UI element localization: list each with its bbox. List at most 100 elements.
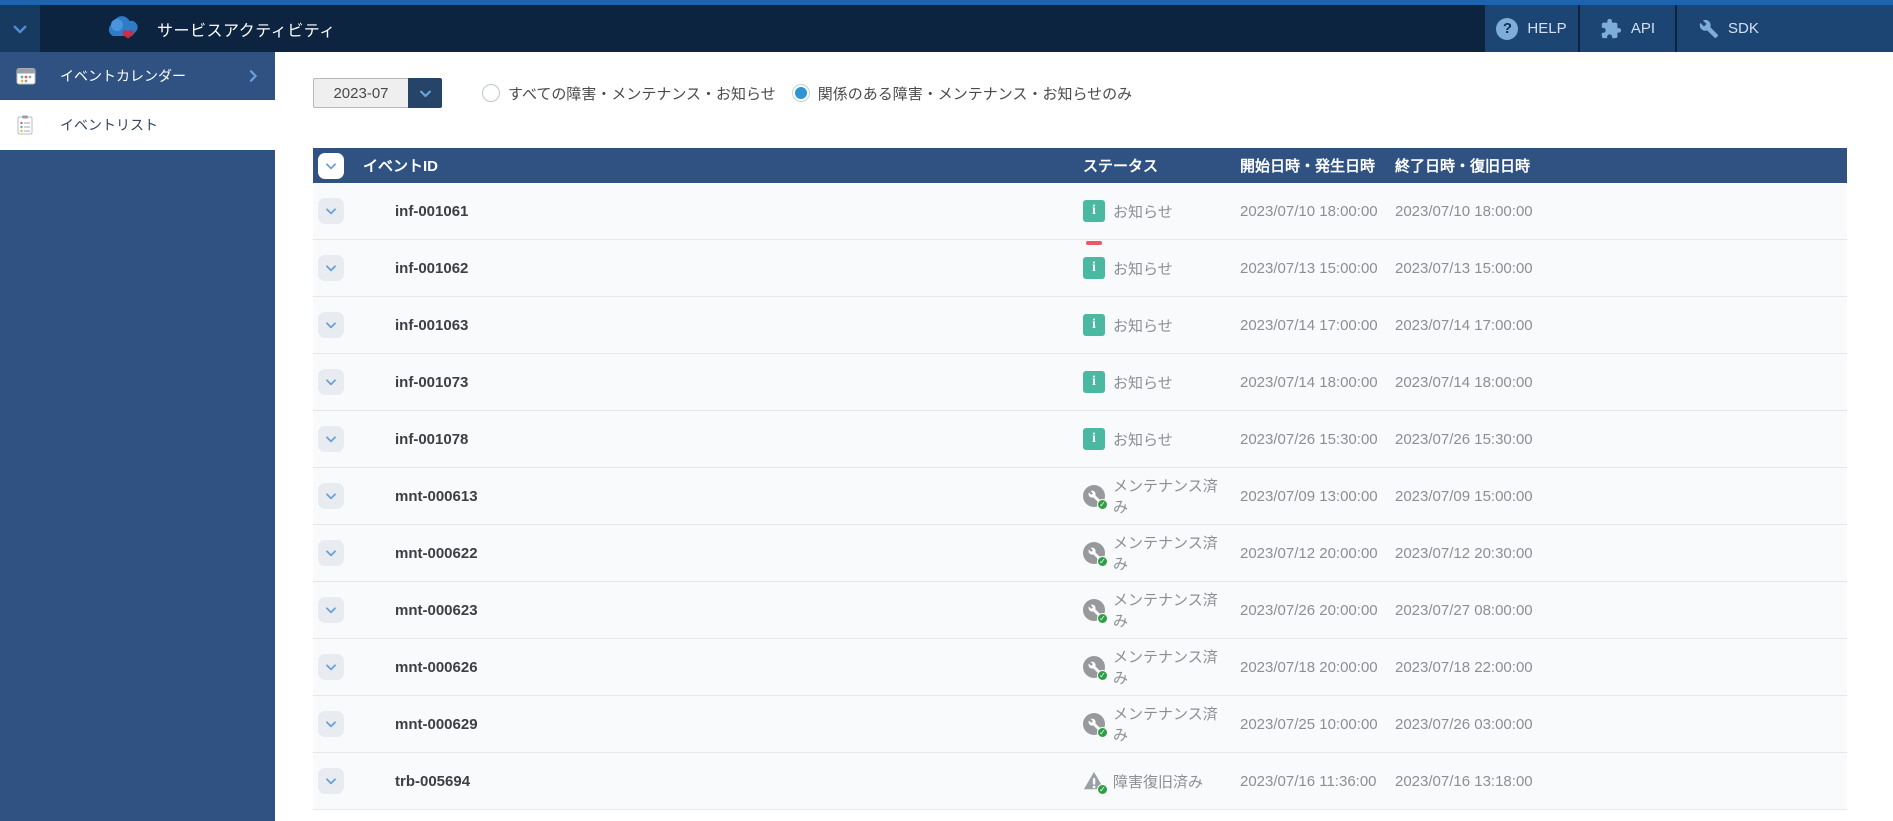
row-expand-button[interactable] (318, 483, 344, 509)
sdk-button[interactable]: SDK (1677, 5, 1893, 52)
table-row: inf-001063 i お知らせ 2023/07/14 17:00:00 2023/0… (313, 297, 1847, 354)
status-label: お知らせ (1113, 260, 1173, 278)
maintenance-check-icon: ✓ (1083, 599, 1108, 624)
status-cell: ✓ 障害復旧済み (1073, 770, 1230, 795)
status-label: お知らせ (1113, 203, 1173, 221)
api-button[interactable]: API (1580, 5, 1675, 52)
sidebar-collapse-button[interactable] (0, 5, 40, 52)
month-select[interactable]: 2023-07 (313, 78, 442, 108)
chevron-down-icon (419, 90, 431, 97)
month-select-value: 2023-07 (313, 78, 408, 108)
sidebar-item-label: イベントリスト (60, 117, 158, 133)
start-datetime: 2023/07/26 20:00:00 (1240, 601, 1378, 619)
help-button[interactable]: ? HELP (1485, 5, 1578, 52)
start-datetime: 2023/07/14 18:00:00 (1240, 373, 1378, 391)
table-row: mnt-000623 ✓ メンテナンス済み 2023/07/26 20:00:00 20… (313, 582, 1847, 639)
table-row: inf-001073 i お知らせ 2023/07/14 18:00:00 2023/0… (313, 354, 1847, 411)
topnav: ? HELP API SDK (1485, 5, 1893, 52)
table-header: イベントID ステータス 開始日時・発生日時 終了日時・復旧日時 (313, 148, 1847, 183)
start-datetime: 2023/07/26 15:30:00 (1240, 430, 1378, 448)
brand: サービスアクティビティ (104, 5, 336, 52)
start-datetime: 2023/07/12 20:00:00 (1240, 544, 1378, 562)
column-header-event-id: イベントID (363, 158, 439, 175)
help-label: HELP (1527, 20, 1567, 37)
table-row: mnt-000613 ✓ メンテナンス済み 2023/07/09 13:00:00 20… (313, 468, 1847, 525)
event-id: mnt-000626 (395, 658, 478, 676)
radio-label: 関係のある障害・メンテナンス・お知らせのみ (817, 85, 1133, 103)
start-datetime: 2023/07/18 20:00:00 (1240, 658, 1378, 676)
info-icon: i (1083, 241, 1105, 279)
end-datetime: 2023/07/13 15:00:00 (1395, 259, 1533, 277)
start-datetime: 2023/07/16 11:36:00 (1240, 772, 1377, 790)
topbar: サービスアクティビティ ? HELP API SDK (0, 5, 1893, 52)
end-datetime: 2023/07/26 03:00:00 (1395, 715, 1533, 733)
maintenance-check-icon: ✓ (1083, 713, 1108, 738)
event-id: mnt-000613 (395, 487, 478, 505)
radio-unselected-icon (482, 84, 500, 102)
status-cell: i お知らせ (1073, 371, 1230, 393)
status-label: お知らせ (1113, 317, 1173, 335)
info-icon: i (1083, 200, 1105, 222)
table-row: mnt-000622 ✓ メンテナンス済み 2023/07/12 20:00:00 20… (313, 525, 1847, 582)
wrench-icon (1699, 19, 1719, 38)
end-datetime: 2023/07/14 18:00:00 (1395, 373, 1533, 391)
row-expand-button[interactable] (318, 426, 344, 452)
event-id: inf-001061 (395, 202, 469, 220)
row-expand-button[interactable] (318, 597, 344, 623)
event-id: trb-005694 (395, 772, 471, 790)
api-label: API (1630, 20, 1656, 37)
row-expand-button[interactable] (318, 198, 344, 224)
table-row: inf-001061 i お知らせ 2023/07/10 18:00:00 2023/0… (313, 183, 1847, 240)
end-datetime: 2023/07/12 20:30:00 (1395, 544, 1533, 562)
event-id: inf-001063 (395, 316, 469, 334)
end-datetime: 2023/07/10 18:00:00 (1395, 202, 1533, 220)
row-expand-button[interactable] (318, 711, 344, 737)
status-cell: ✓ メンテナンス済み (1073, 646, 1230, 688)
month-select-dropdown-button[interactable] (408, 78, 442, 108)
row-expand-button[interactable] (318, 312, 344, 338)
chevron-right-icon (245, 68, 261, 84)
scope-radio-1[interactable]: 関係のある障害・メンテナンス・お知らせのみ (791, 83, 1133, 104)
row-expand-button[interactable] (318, 768, 344, 794)
maintenance-check-icon: ✓ (1083, 542, 1108, 567)
event-id: inf-001062 (395, 259, 469, 277)
start-datetime: 2023/07/10 18:00:00 (1240, 202, 1378, 220)
expand-all-button[interactable] (318, 152, 344, 179)
sidebar-item-event-list[interactable]: イベントリスト (0, 100, 275, 150)
sidebar-item-event-calendar[interactable]: イベントカレンダー (0, 52, 275, 100)
maintenance-check-icon: ✓ (1083, 656, 1108, 681)
column-header-end: 終了日時・復旧日時 (1395, 158, 1531, 175)
table-row: mnt-000626 ✓ メンテナンス済み 2023/07/18 20:00:00 20… (313, 639, 1847, 696)
status-cell: i お知らせ (1073, 314, 1230, 336)
chevron-down-icon (13, 25, 27, 33)
start-datetime: 2023/07/14 17:00:00 (1240, 316, 1378, 334)
row-expand-button[interactable] (318, 540, 344, 566)
row-expand-button[interactable] (318, 369, 344, 395)
row-expand-button[interactable] (318, 255, 344, 281)
event-table: イベントID ステータス 開始日時・発生日時 終了日時・復旧日時 inf-001… (313, 148, 1847, 810)
table-body: inf-001061 i お知らせ 2023/07/10 18:00:00 2023/0… (313, 183, 1847, 810)
end-datetime: 2023/07/14 17:00:00 (1395, 316, 1533, 334)
scope-radio-0[interactable]: すべての障害・メンテナンス・お知らせ (482, 83, 776, 104)
status-cell: ✓ メンテナンス済み (1073, 589, 1230, 631)
radio-selected-icon (791, 84, 810, 102)
column-header-start: 開始日時・発生日時 (1240, 158, 1376, 175)
service-logo-icon (108, 15, 138, 38)
info-icon: i (1083, 428, 1105, 450)
table-row: mnt-000629 ✓ メンテナンス済み 2023/07/25 10:00:00 20… (313, 696, 1847, 753)
table-row: inf-001062 i お知らせ 2023/07/13 15:00:00 2023/0… (313, 240, 1847, 297)
table-row: trb-005694 ✓ 障害復旧済み 2023/07/16 11:36:00 2023… (313, 753, 1847, 810)
event-id: inf-001073 (395, 373, 469, 391)
status-label: お知らせ (1113, 374, 1173, 392)
sidebar-item-label: イベントカレンダー (60, 68, 186, 84)
puzzle-icon (1601, 18, 1621, 38)
info-icon: i (1083, 314, 1105, 336)
status-cell: ✓ メンテナンス済み (1073, 475, 1230, 517)
status-label: メンテナンス済み (1113, 478, 1218, 516)
row-expand-button[interactable] (318, 654, 344, 680)
start-datetime: 2023/07/25 10:00:00 (1240, 715, 1378, 733)
sidebar-background (0, 150, 275, 821)
event-id: inf-001078 (395, 430, 469, 448)
radio-label: すべての障害・メンテナンス・お知らせ (508, 85, 776, 103)
start-datetime: 2023/07/09 13:00:00 (1240, 487, 1378, 505)
